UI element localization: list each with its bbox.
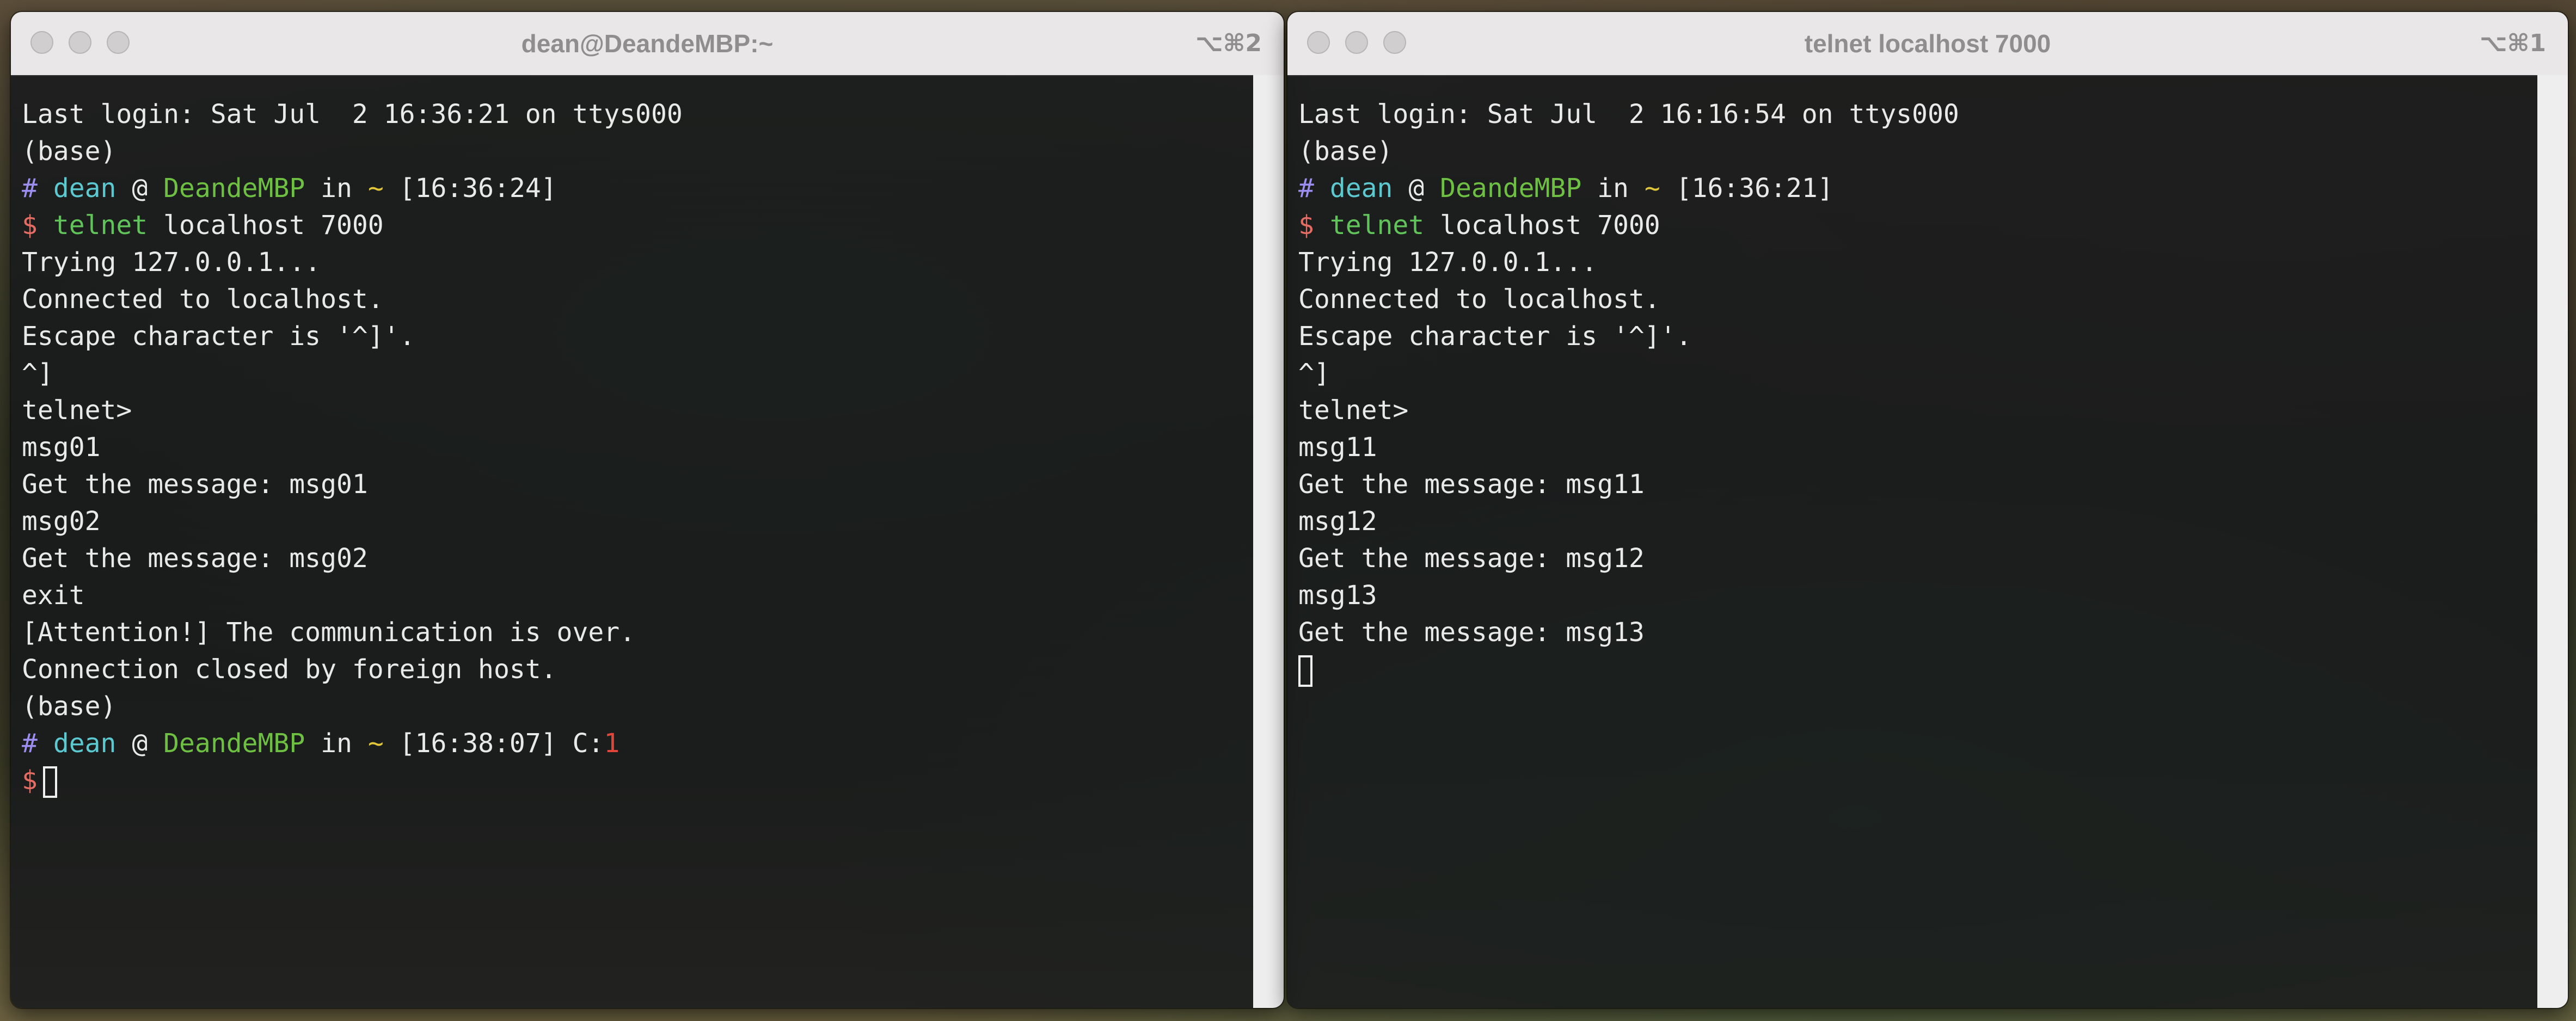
text-cursor[interactable] xyxy=(1298,655,1312,687)
terminal-lines: Last login: Sat Jul 2 16:36:21 on ttys00… xyxy=(22,96,683,799)
last-login-line: Last login: Sat Jul 2 16:16:54 on ttys00… xyxy=(1298,99,1959,130)
prompt-host: DeandeMBP xyxy=(163,173,305,204)
output-line: msg12 xyxy=(1298,506,1377,537)
input-line[interactable] xyxy=(1298,651,1959,688)
command-line[interactable]: $ xyxy=(22,762,683,799)
terminal-lines: Last login: Sat Jul 2 16:16:54 on ttys00… xyxy=(1298,96,1959,688)
prompt-time: [16:36:21] xyxy=(1676,173,1833,204)
output-line: Get the message: msg11 xyxy=(1298,469,1645,500)
output-line: Escape character is '^]'. xyxy=(1298,321,1692,352)
output-line: Trying 127.0.0.1... xyxy=(22,247,321,278)
output-line: ^] xyxy=(1298,358,1330,389)
env-line: (base) xyxy=(1298,136,1393,167)
prompt-host: DeandeMBP xyxy=(1440,173,1582,204)
command-line: $ telnet localhost 7000 xyxy=(22,207,683,244)
prompt-line: # dean @ DeandeMBP in ~ [16:38:07] C:1 xyxy=(22,725,683,762)
prompt-hash: # xyxy=(22,173,38,204)
scrollbar[interactable] xyxy=(2537,75,2568,1008)
output-line: [Attention!] The communication is over. xyxy=(22,617,636,648)
prompt-at: @ xyxy=(1408,173,1425,204)
title-bar[interactable]: telnet localhost 7000 ⌥⌘1 xyxy=(1287,12,2568,76)
output-line: Connected to localhost. xyxy=(1298,284,1660,315)
output-line: telnet> xyxy=(22,395,132,426)
output-line: ^] xyxy=(22,358,53,389)
window-title: dean@DeandeMBP:~ xyxy=(521,29,774,58)
command-line: $ telnet localhost 7000 xyxy=(1298,207,1959,244)
output-line: msg02 xyxy=(22,506,101,537)
output-line: msg01 xyxy=(22,432,101,463)
prompt-dollar: $ xyxy=(22,210,38,241)
output-line: Get the message: msg12 xyxy=(1298,543,1645,574)
prompt-at: @ xyxy=(132,728,148,759)
prompt-user: dean xyxy=(53,728,116,759)
output-line: msg11 xyxy=(1298,432,1377,463)
text-cursor[interactable] xyxy=(42,766,57,798)
output-line: (base) xyxy=(22,691,116,722)
output-line: msg13 xyxy=(1298,580,1377,611)
prompt-dir: ~ xyxy=(1644,173,1660,204)
command-program: telnet xyxy=(1329,210,1425,241)
tab-shortcut: ⌥⌘1 xyxy=(2479,29,2546,57)
prompt-line: # dean @ DeandeMBP in ~ [16:36:24] xyxy=(22,170,683,207)
command-args: localhost 7000 xyxy=(163,210,384,241)
prompt-hash: # xyxy=(22,728,38,759)
prompt-user: dean xyxy=(53,173,116,204)
title-bar[interactable]: dean@DeandeMBP:~ ⌥⌘2 xyxy=(11,12,1284,76)
output-line: Connected to localhost. xyxy=(22,284,384,315)
prompt-in: in xyxy=(321,173,352,204)
prompt-host: DeandeMBP xyxy=(163,728,305,759)
last-login-line: Last login: Sat Jul 2 16:36:21 on ttys00… xyxy=(22,99,683,130)
output-line: Trying 127.0.0.1... xyxy=(1298,247,1598,278)
window-title: telnet localhost 7000 xyxy=(1804,29,2051,58)
prompt-at: @ xyxy=(132,173,148,204)
terminal-content[interactable]: Last login: Sat Jul 2 16:36:21 on ttys00… xyxy=(11,75,1284,1008)
prompt-in: in xyxy=(1597,173,1629,204)
exit-code-label: C: xyxy=(572,728,604,759)
terminal-content[interactable]: Last login: Sat Jul 2 16:16:54 on ttys00… xyxy=(1287,75,2568,1008)
tab-shortcut: ⌥⌘2 xyxy=(1195,29,1262,57)
env-line: (base) xyxy=(22,136,116,167)
output-line: Get the message: msg13 xyxy=(1298,617,1645,648)
prompt-dollar: $ xyxy=(1298,210,1314,241)
output-line: Get the message: msg02 xyxy=(22,543,368,574)
scrollbar[interactable] xyxy=(1253,75,1284,1008)
output-line: Escape character is '^]'. xyxy=(22,321,415,352)
prompt-dir: ~ xyxy=(367,728,384,759)
exit-code: 1 xyxy=(604,728,620,759)
terminal-window-left[interactable]: dean@DeandeMBP:~ ⌥⌘2 Last login: Sat Jul… xyxy=(11,12,1284,1008)
output-line: telnet> xyxy=(1298,395,1409,426)
prompt-time: [16:36:24] xyxy=(399,173,557,204)
prompt-time: [16:38:07] xyxy=(399,728,557,759)
output-line: exit xyxy=(22,580,85,611)
prompt-line: # dean @ DeandeMBP in ~ [16:36:21] xyxy=(1298,170,1959,207)
output-line: Connection closed by foreign host. xyxy=(22,654,557,685)
prompt-hash: # xyxy=(1298,173,1314,204)
prompt-dir: ~ xyxy=(367,173,384,204)
prompt-user: dean xyxy=(1329,173,1393,204)
prompt-in: in xyxy=(321,728,352,759)
command-program: telnet xyxy=(53,210,148,241)
terminal-window-right[interactable]: telnet localhost 7000 ⌥⌘1 Last login: Sa… xyxy=(1287,12,2568,1008)
command-args: localhost 7000 xyxy=(1440,210,1660,241)
prompt-dollar: $ xyxy=(22,765,38,796)
output-line: Get the message: msg01 xyxy=(22,469,368,500)
